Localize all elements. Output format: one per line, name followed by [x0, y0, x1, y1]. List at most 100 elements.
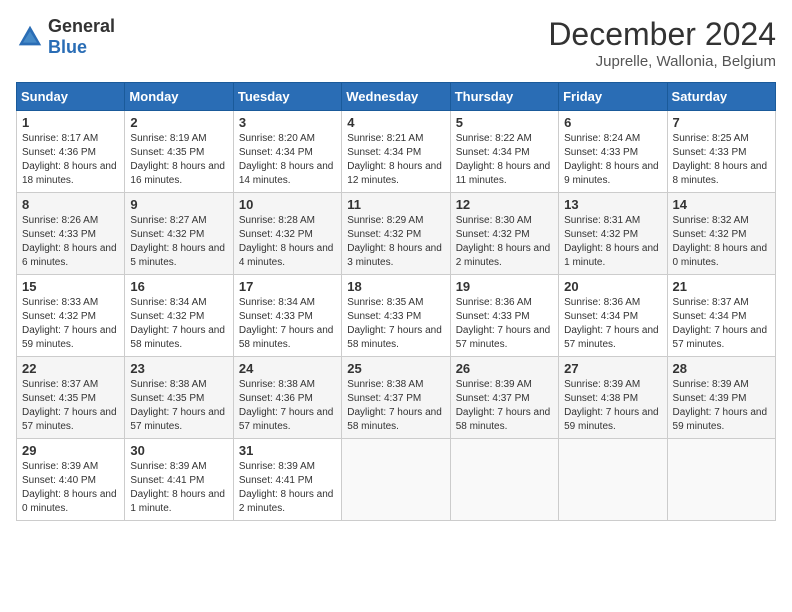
day-number: 17: [239, 279, 336, 294]
day-number: 3: [239, 115, 336, 130]
col-header-wednesday: Wednesday: [342, 83, 450, 111]
calendar-cell: 15 Sunrise: 8:33 AMSunset: 4:32 PMDayligh…: [17, 275, 125, 357]
day-info: Sunrise: 8:33 AMSunset: 4:32 PMDaylight:…: [22, 297, 117, 350]
calendar-cell: [667, 439, 775, 521]
day-number: 16: [130, 279, 227, 294]
day-info: Sunrise: 8:19 AMSunset: 4:35 PMDaylight:…: [130, 133, 225, 186]
day-info: Sunrise: 8:38 AMSunset: 4:36 PMDaylight:…: [239, 379, 334, 432]
calendar-cell: 29 Sunrise: 8:39 AMSunset: 4:40 PMDayligh…: [17, 439, 125, 521]
day-number: 24: [239, 361, 336, 376]
day-info: Sunrise: 8:38 AMSunset: 4:35 PMDaylight:…: [130, 379, 225, 432]
calendar-cell: 17 Sunrise: 8:34 AMSunset: 4:33 PMDayligh…: [233, 275, 341, 357]
day-number: 7: [673, 115, 770, 130]
calendar-cell: 4 Sunrise: 8:21 AMSunset: 4:34 PMDaylight…: [342, 111, 450, 193]
calendar-cell: 16 Sunrise: 8:34 AMSunset: 4:32 PMDayligh…: [125, 275, 233, 357]
day-info: Sunrise: 8:27 AMSunset: 4:32 PMDaylight:…: [130, 215, 225, 268]
day-number: 12: [456, 197, 553, 212]
calendar-cell: 27 Sunrise: 8:39 AMSunset: 4:38 PMDayligh…: [559, 357, 667, 439]
day-info: Sunrise: 8:39 AMSunset: 4:37 PMDaylight:…: [456, 379, 551, 432]
calendar-cell: 9 Sunrise: 8:27 AMSunset: 4:32 PMDaylight…: [125, 193, 233, 275]
day-number: 14: [673, 197, 770, 212]
calendar-cell: 7 Sunrise: 8:25 AMSunset: 4:33 PMDaylight…: [667, 111, 775, 193]
day-info: Sunrise: 8:34 AMSunset: 4:33 PMDaylight:…: [239, 297, 334, 350]
day-number: 15: [22, 279, 119, 294]
calendar-cell: 5 Sunrise: 8:22 AMSunset: 4:34 PMDaylight…: [450, 111, 558, 193]
logo-blue: Blue: [48, 37, 87, 57]
day-number: 5: [456, 115, 553, 130]
calendar-cell: 31Sunrise: 8:39 AMSunset: 4:41 PMDayligh…: [233, 439, 341, 521]
calendar-cell: 22 Sunrise: 8:37 AMSunset: 4:35 PMDayligh…: [17, 357, 125, 439]
col-header-saturday: Saturday: [667, 83, 775, 111]
calendar-cell: 10 Sunrise: 8:28 AMSunset: 4:32 PMDayligh…: [233, 193, 341, 275]
calendar-cell: 14 Sunrise: 8:32 AMSunset: 4:32 PMDayligh…: [667, 193, 775, 275]
day-info: Sunrise: 8:26 AMSunset: 4:33 PMDaylight:…: [22, 215, 117, 268]
day-number: 11: [347, 197, 444, 212]
day-number: 1: [22, 115, 119, 130]
day-info: Sunrise: 8:39 AMSunset: 4:38 PMDaylight:…: [564, 379, 659, 432]
day-number: 27: [564, 361, 661, 376]
day-info: Sunrise: 8:30 AMSunset: 4:32 PMDaylight:…: [456, 215, 551, 268]
day-number: 8: [22, 197, 119, 212]
day-info: Sunrise: 8:29 AMSunset: 4:32 PMDaylight:…: [347, 215, 442, 268]
day-number: 4: [347, 115, 444, 130]
day-info: Sunrise: 8:34 AMSunset: 4:32 PMDaylight:…: [130, 297, 225, 350]
day-info: Sunrise: 8:28 AMSunset: 4:32 PMDaylight:…: [239, 215, 334, 268]
day-info: Sunrise: 8:37 AMSunset: 4:35 PMDaylight:…: [22, 379, 117, 432]
title-block: December 2024 Juprelle, Wallonia, Belgiu…: [548, 16, 776, 70]
day-info: Sunrise: 8:39 AMSunset: 4:39 PMDaylight:…: [673, 379, 768, 432]
page-header: General Blue December 2024 Juprelle, Wal…: [16, 16, 776, 70]
day-number: 21: [673, 279, 770, 294]
calendar-cell: 21 Sunrise: 8:37 AMSunset: 4:34 PMDayligh…: [667, 275, 775, 357]
day-number: 31: [239, 443, 336, 458]
day-number: 28: [673, 361, 770, 376]
calendar-cell: 11 Sunrise: 8:29 AMSunset: 4:32 PMDayligh…: [342, 193, 450, 275]
calendar-cell: [342, 439, 450, 521]
calendar-cell: 24 Sunrise: 8:38 AMSunset: 4:36 PMDayligh…: [233, 357, 341, 439]
col-header-tuesday: Tuesday: [233, 83, 341, 111]
day-number: 30: [130, 443, 227, 458]
calendar-cell: 2Sunrise: 8:19 AMSunset: 4:35 PMDaylight…: [125, 111, 233, 193]
day-number: 13: [564, 197, 661, 212]
day-number: 20: [564, 279, 661, 294]
calendar-cell: 12 Sunrise: 8:30 AMSunset: 4:32 PMDayligh…: [450, 193, 558, 275]
calendar-cell: 19 Sunrise: 8:36 AMSunset: 4:33 PMDayligh…: [450, 275, 558, 357]
day-number: 18: [347, 279, 444, 294]
calendar-cell: 8 Sunrise: 8:26 AMSunset: 4:33 PMDaylight…: [17, 193, 125, 275]
day-number: 10: [239, 197, 336, 212]
calendar-table: SundayMondayTuesdayWednesdayThursdayFrid…: [16, 82, 776, 521]
col-header-friday: Friday: [559, 83, 667, 111]
day-info: Sunrise: 8:32 AMSunset: 4:32 PMDaylight:…: [673, 215, 768, 268]
day-number: 25: [347, 361, 444, 376]
calendar-cell: [559, 439, 667, 521]
day-number: 22: [22, 361, 119, 376]
calendar-cell: 25 Sunrise: 8:38 AMSunset: 4:37 PMDayligh…: [342, 357, 450, 439]
day-info: Sunrise: 8:20 AMSunset: 4:34 PMDaylight:…: [239, 133, 334, 186]
calendar-cell: 30Sunrise: 8:39 AMSunset: 4:41 PMDayligh…: [125, 439, 233, 521]
day-info: Sunrise: 8:22 AMSunset: 4:34 PMDaylight:…: [456, 133, 551, 186]
logo-icon: [16, 23, 44, 51]
day-info: Sunrise: 8:25 AMSunset: 4:33 PMDaylight:…: [673, 133, 768, 186]
day-info: Sunrise: 8:21 AMSunset: 4:34 PMDaylight:…: [347, 133, 442, 186]
calendar-cell: 26 Sunrise: 8:39 AMSunset: 4:37 PMDayligh…: [450, 357, 558, 439]
day-number: 6: [564, 115, 661, 130]
day-number: 26: [456, 361, 553, 376]
day-info: Sunrise: 8:38 AMSunset: 4:37 PMDaylight:…: [347, 379, 442, 432]
logo-text: General Blue: [48, 16, 115, 58]
day-info: Sunrise: 8:36 AMSunset: 4:33 PMDaylight:…: [456, 297, 551, 350]
location-subtitle: Juprelle, Wallonia, Belgium: [548, 53, 776, 70]
logo: General Blue: [16, 16, 115, 58]
day-info: Sunrise: 8:36 AMSunset: 4:34 PMDaylight:…: [564, 297, 659, 350]
col-header-thursday: Thursday: [450, 83, 558, 111]
day-info: Sunrise: 8:39 AMSunset: 4:40 PMDaylight:…: [22, 461, 117, 514]
day-number: 9: [130, 197, 227, 212]
day-info: Sunrise: 8:31 AMSunset: 4:32 PMDaylight:…: [564, 215, 659, 268]
calendar-cell: 6Sunrise: 8:24 AMSunset: 4:33 PMDaylight…: [559, 111, 667, 193]
calendar-cell: 18 Sunrise: 8:35 AMSunset: 4:33 PMDayligh…: [342, 275, 450, 357]
calendar-cell: 3 Sunrise: 8:20 AMSunset: 4:34 PMDaylight…: [233, 111, 341, 193]
day-info: Sunrise: 8:37 AMSunset: 4:34 PMDaylight:…: [673, 297, 768, 350]
day-number: 29: [22, 443, 119, 458]
day-info: Sunrise: 8:35 AMSunset: 4:33 PMDaylight:…: [347, 297, 442, 350]
day-number: 19: [456, 279, 553, 294]
calendar-cell: 28 Sunrise: 8:39 AMSunset: 4:39 PMDayligh…: [667, 357, 775, 439]
col-header-sunday: Sunday: [17, 83, 125, 111]
